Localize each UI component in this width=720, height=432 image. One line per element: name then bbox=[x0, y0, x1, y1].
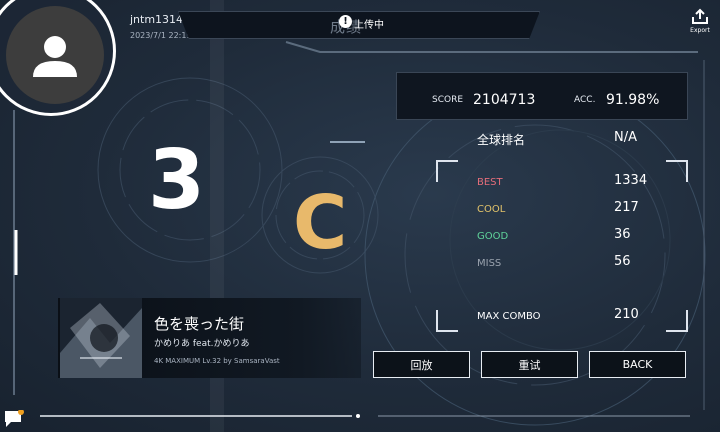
judgement-value-miss: 56 bbox=[614, 254, 631, 269]
judgement-label-cool: COOL bbox=[477, 204, 506, 215]
replay-button[interactable]: 回放 bbox=[373, 351, 470, 378]
exclamation-icon: ! bbox=[339, 15, 352, 28]
judgement-label-miss: MISS bbox=[477, 258, 502, 269]
judgement-value-good: 36 bbox=[614, 227, 631, 242]
user-silhouette-icon bbox=[6, 6, 104, 104]
song-chart-info: 4K MAXIMUM Lv.32 by SamsaraVast bbox=[154, 357, 280, 365]
score-value: 2104713 bbox=[473, 92, 536, 108]
upload-status: 上传中 bbox=[354, 20, 384, 31]
score-label: SCORE bbox=[432, 95, 464, 105]
judgement-value-best: 1334 bbox=[614, 173, 648, 188]
global-rank-label: 全球排名 bbox=[477, 133, 526, 147]
stats-bracket-tr bbox=[666, 160, 688, 182]
accuracy-value: 91.98% bbox=[606, 92, 660, 108]
result-screen: jntm1314 2023/7/1 22:19:59 成绩 ! 上传中 Expo… bbox=[0, 0, 720, 432]
song-title: 色を喪った街 bbox=[154, 315, 245, 333]
rank-number: 3 bbox=[148, 133, 206, 228]
grade-letter: C bbox=[293, 180, 348, 266]
song-jacket-image bbox=[60, 298, 142, 378]
accuracy-label: ACC. bbox=[574, 95, 596, 105]
stats-bracket-tl bbox=[436, 160, 458, 182]
page-indicator-dot bbox=[356, 414, 360, 418]
global-rank-value: N/A bbox=[614, 130, 637, 145]
judgement-label-good: GOOD bbox=[477, 231, 509, 242]
upload-icon bbox=[692, 8, 708, 24]
export-button[interactable]: Export bbox=[686, 8, 714, 34]
max-combo-label: MAX COMBO bbox=[477, 311, 541, 322]
stats-bracket-br bbox=[666, 310, 688, 332]
max-combo-value: 210 bbox=[614, 307, 639, 322]
judgement-label-best: BEST bbox=[477, 177, 503, 188]
stats-bracket-bl bbox=[436, 310, 458, 332]
song-artist: かめりあ feat.かめりあ bbox=[154, 339, 250, 349]
player-username: jntm1314 bbox=[130, 13, 184, 26]
back-button[interactable]: BACK bbox=[589, 351, 686, 378]
retry-button[interactable]: 重试 bbox=[481, 351, 578, 378]
export-label: Export bbox=[690, 27, 710, 34]
judgement-value-cool: 217 bbox=[614, 200, 639, 215]
chat-bubble-icon[interactable] bbox=[4, 409, 24, 427]
